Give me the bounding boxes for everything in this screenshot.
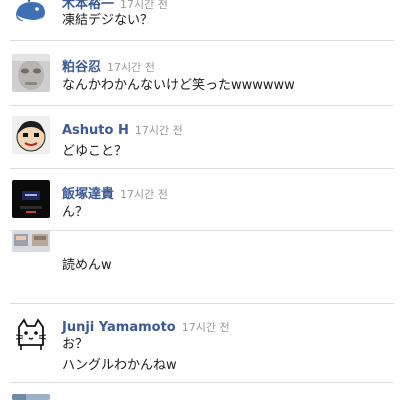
partial-avatar-icon	[12, 394, 50, 400]
comment-item: Ashuto H 17시간 전 どゆこと？	[0, 105, 400, 170]
comment-text: 読めんw	[62, 258, 112, 273]
face-photo-avatar[interactable]	[12, 54, 50, 92]
comment-item: 読めんw	[0, 230, 400, 300]
comment-item: 粕谷忍 17시간 전 なんかわかんないけど笑ったwwwwww	[0, 40, 400, 105]
comment-text: どゆこと？	[62, 144, 128, 159]
dark-photo-avatar[interactable]	[12, 180, 50, 218]
timestamp: 17시간 전	[120, 188, 168, 201]
author-name[interactable]: 飯塚達貴	[62, 187, 114, 202]
timestamp: 17시간 전	[107, 61, 155, 74]
cartoon-face-avatar[interactable]	[12, 116, 50, 154]
cat-icon	[12, 315, 50, 353]
dark-photo-icon	[12, 180, 50, 218]
comment-text: 凍結デジない？	[62, 13, 154, 28]
comment-text: ん？	[62, 205, 89, 220]
comment-item: Junji Yamamoto 17시간 전 お？ ハングルわかんねw	[0, 303, 400, 383]
comment-item	[0, 382, 400, 400]
cat-avatar[interactable]	[12, 315, 50, 353]
room-photo-icon	[12, 230, 50, 252]
comment-item: 飯塚達貴 17시간 전 ん？	[0, 168, 400, 228]
cartoon-face-icon	[12, 116, 50, 154]
timestamp: 17시간 전	[134, 124, 183, 137]
face-photo-icon	[12, 54, 50, 92]
author-name[interactable]: Junji Yamamoto	[62, 320, 176, 335]
author-name[interactable]: 粕谷忍	[62, 60, 101, 75]
comment-text: なんかわかんないけど笑ったwwwwww	[62, 78, 295, 93]
whale-avatar[interactable]	[12, 0, 50, 28]
whale-icon	[12, 0, 50, 28]
timestamp: 17시간 전	[181, 321, 230, 334]
partial-avatar[interactable]	[12, 394, 50, 400]
comment-feed: 木本裕一 17시간 전 凍結デジない？ 粕谷忍 17시간 전 なんかわかんないけど笑…	[0, 0, 400, 400]
author-name[interactable]: Ashuto H	[62, 123, 129, 138]
room-photo-avatar[interactable]	[12, 230, 50, 252]
comment-text: お？ ハングルわかんねw	[62, 337, 177, 373]
